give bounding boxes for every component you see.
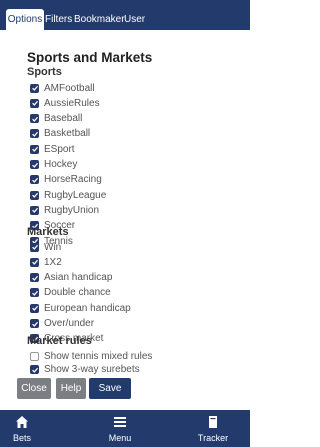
checkbox-label: Win: [44, 241, 62, 253]
checkbox-label: Hockey: [44, 159, 78, 170]
checkbox-label: Basketball: [44, 128, 91, 140]
checkbox-row-win[interactable]: Win: [30, 240, 61, 254]
checkbox[interactable]: [30, 175, 39, 185]
checkbox[interactable]: [30, 83, 39, 93]
checkbox-row-rugbyleague[interactable]: RugbyLeague: [30, 188, 106, 202]
checkbox[interactable]: [30, 319, 39, 328]
home-icon: [16, 416, 28, 428]
tab-options[interactable]: Options: [6, 9, 44, 30]
nav-tracker-label: Tracker: [197, 433, 229, 443]
checkbox-row-1x2[interactable]: 1X2: [30, 255, 62, 269]
checkbox-row-show-3-way-surebets[interactable]: Show 3-way surebets: [30, 363, 140, 377]
checkbox-row-hockey[interactable]: Hockey: [30, 158, 77, 172]
nav-menu-label: Menu: [108, 433, 132, 443]
checkbox[interactable]: [30, 98, 39, 108]
checkbox[interactable]: [30, 190, 39, 200]
checkbox-label: RugbyLeague: [44, 189, 107, 201]
checkbox[interactable]: [30, 288, 39, 298]
close-button[interactable]: Close: [17, 378, 51, 399]
checkbox[interactable]: [30, 365, 39, 374]
nav-bets[interactable]: Bets: [0, 410, 44, 447]
section-markets-heading: Markets: [27, 226, 69, 238]
nav-tracker[interactable]: Tracker: [188, 410, 238, 447]
bottom-nav-bar: Bets Menu Tracker: [0, 410, 250, 447]
tab-filters[interactable]: Filters: [45, 9, 72, 30]
checkbox-label: AussieRules: [44, 97, 100, 109]
checkbox-row-amfootball[interactable]: AMFootball: [30, 81, 95, 95]
checkbox-row-horseracing[interactable]: HorseRacing: [30, 173, 102, 187]
checkbox-row-aussierules[interactable]: AussieRules: [30, 96, 100, 110]
checkbox-label: Show tennis mixed rules: [44, 350, 153, 362]
nav-menu[interactable]: Menu: [95, 410, 145, 447]
checkbox-label: RugbyUnion: [44, 204, 100, 216]
checkbox-label: Show 3-way surebets: [44, 364, 140, 375]
checkbox[interactable]: [30, 303, 39, 313]
checkbox-row-basketball[interactable]: Basketball: [30, 127, 90, 141]
checkbox-label: AMFootball: [44, 82, 95, 94]
checkbox-label: 1X2: [44, 256, 62, 268]
checkbox-row-show-tennis-mixed-rules[interactable]: Show tennis mixed rules: [30, 349, 152, 363]
checkbox[interactable]: [30, 257, 39, 267]
checkbox[interactable]: [30, 160, 39, 169]
help-button[interactable]: Help: [56, 378, 86, 399]
checkbox-row-double-chance[interactable]: Double chance: [30, 286, 111, 300]
page-title: Sports and Markets: [27, 50, 153, 65]
checkbox-row-rugbyunion[interactable]: RugbyUnion: [30, 203, 99, 217]
section-sports-heading: Sports: [27, 66, 62, 78]
checkbox-label: ESport: [44, 143, 75, 155]
checkbox-label: HorseRacing: [44, 174, 102, 186]
top-tab-bar: Options Filters Bookmaker User: [0, 0, 250, 30]
checkbox-row-over-under[interactable]: Over/under: [30, 317, 94, 331]
checkbox-label: Double chance: [44, 287, 111, 299]
checkbox-row-esport[interactable]: ESport: [30, 142, 75, 156]
checkbox-label: European handicap: [44, 302, 131, 314]
tab-bookmaker[interactable]: Bookmaker: [74, 9, 125, 30]
checkbox-label: Over/under: [44, 318, 95, 329]
checkbox[interactable]: [30, 144, 39, 154]
checkbox-row-european-handicap[interactable]: European handicap: [30, 301, 131, 315]
checkbox[interactable]: [30, 114, 39, 124]
checkbox[interactable]: [30, 129, 39, 139]
book-icon: [209, 416, 217, 428]
checkbox[interactable]: [30, 273, 39, 283]
checkbox[interactable]: [30, 205, 39, 215]
save-button[interactable]: Save: [89, 378, 131, 399]
checkbox[interactable]: [30, 242, 39, 252]
checkbox-row-asian-handicap[interactable]: Asian handicap: [30, 271, 112, 285]
hamburger-icon: [114, 417, 126, 427]
checkbox[interactable]: [30, 351, 39, 361]
tab-user[interactable]: User: [124, 9, 145, 30]
checkbox-row-baseball[interactable]: Baseball: [30, 112, 82, 126]
nav-bets-label: Bets: [12, 433, 31, 443]
section-market-rules-heading: Market rules: [27, 335, 92, 347]
checkbox-label: Asian handicap: [44, 272, 113, 284]
checkbox-label: Baseball: [44, 113, 83, 125]
